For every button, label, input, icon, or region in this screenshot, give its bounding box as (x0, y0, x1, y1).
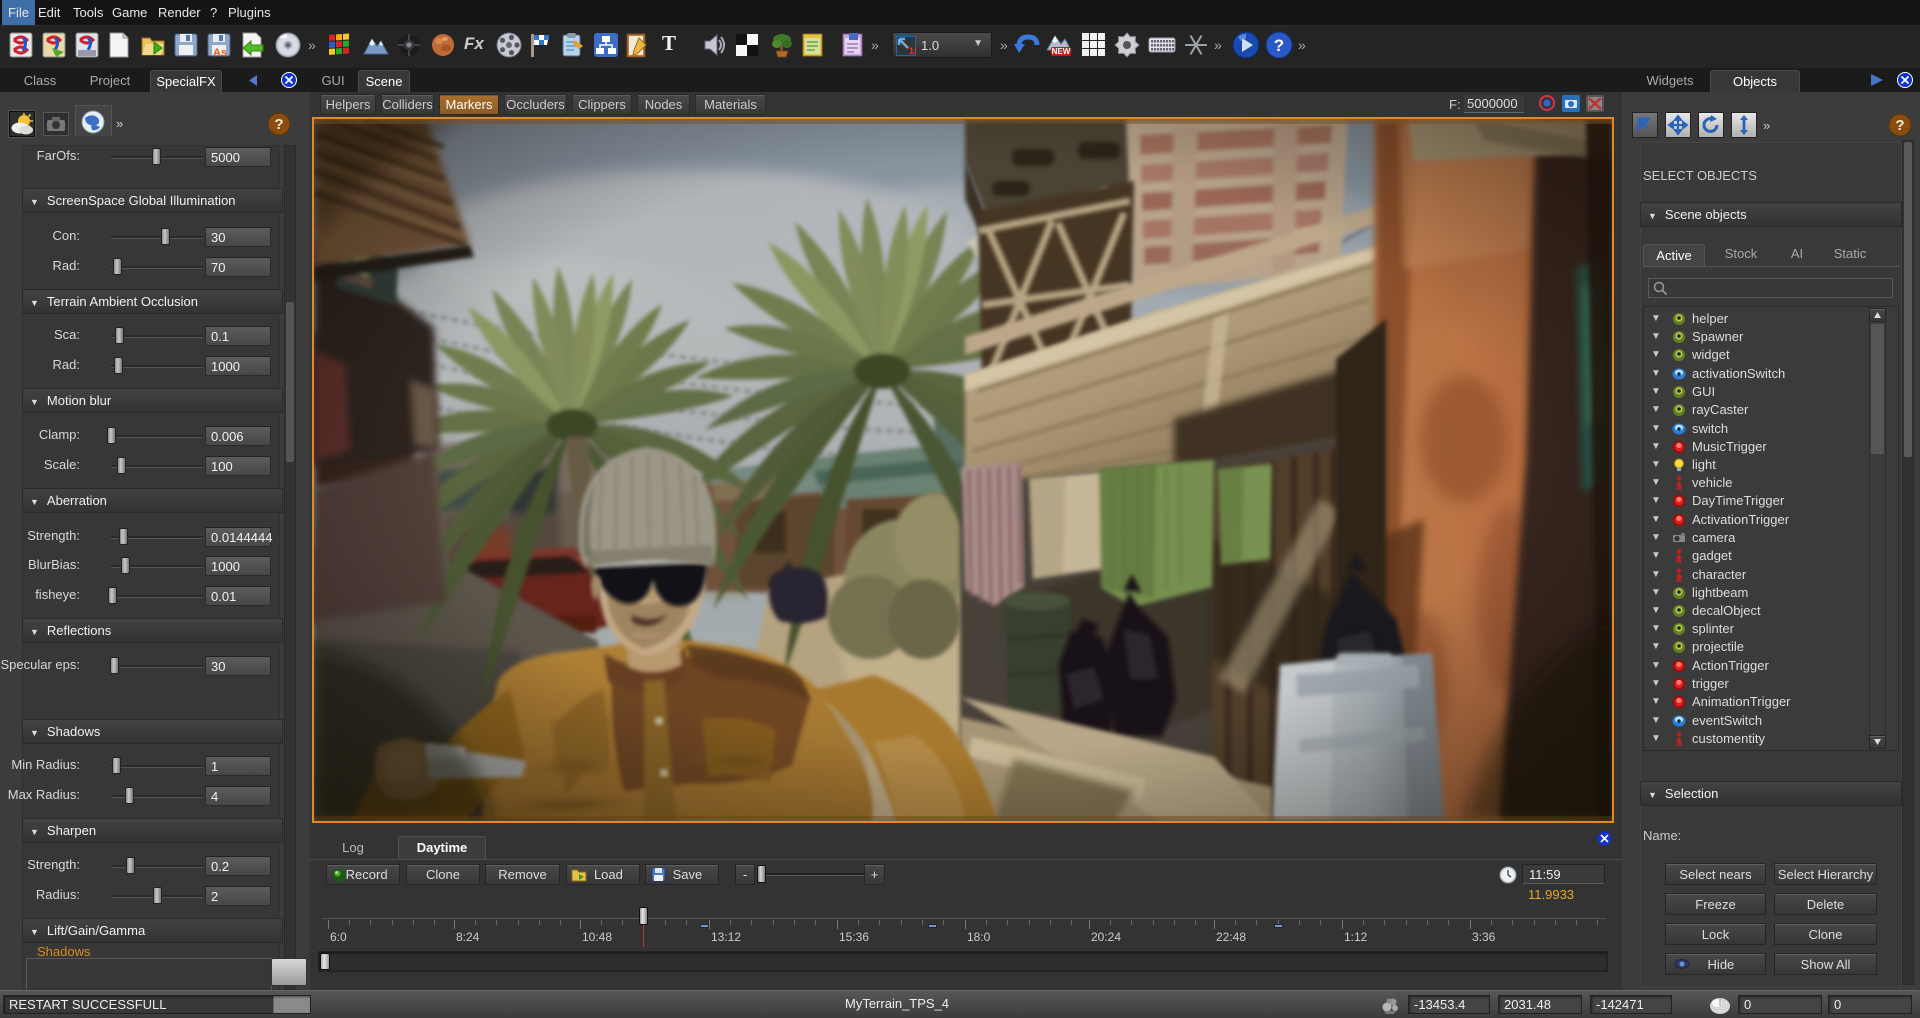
svg-text:?: ? (274, 116, 283, 133)
svg-text:1x: 1x (909, 46, 916, 56)
svg-text:?: ? (1274, 36, 1284, 55)
svg-text:NEW: NEW (1052, 47, 1071, 56)
svg-text:As: As (213, 47, 227, 58)
svg-text:?: ? (1895, 117, 1904, 134)
